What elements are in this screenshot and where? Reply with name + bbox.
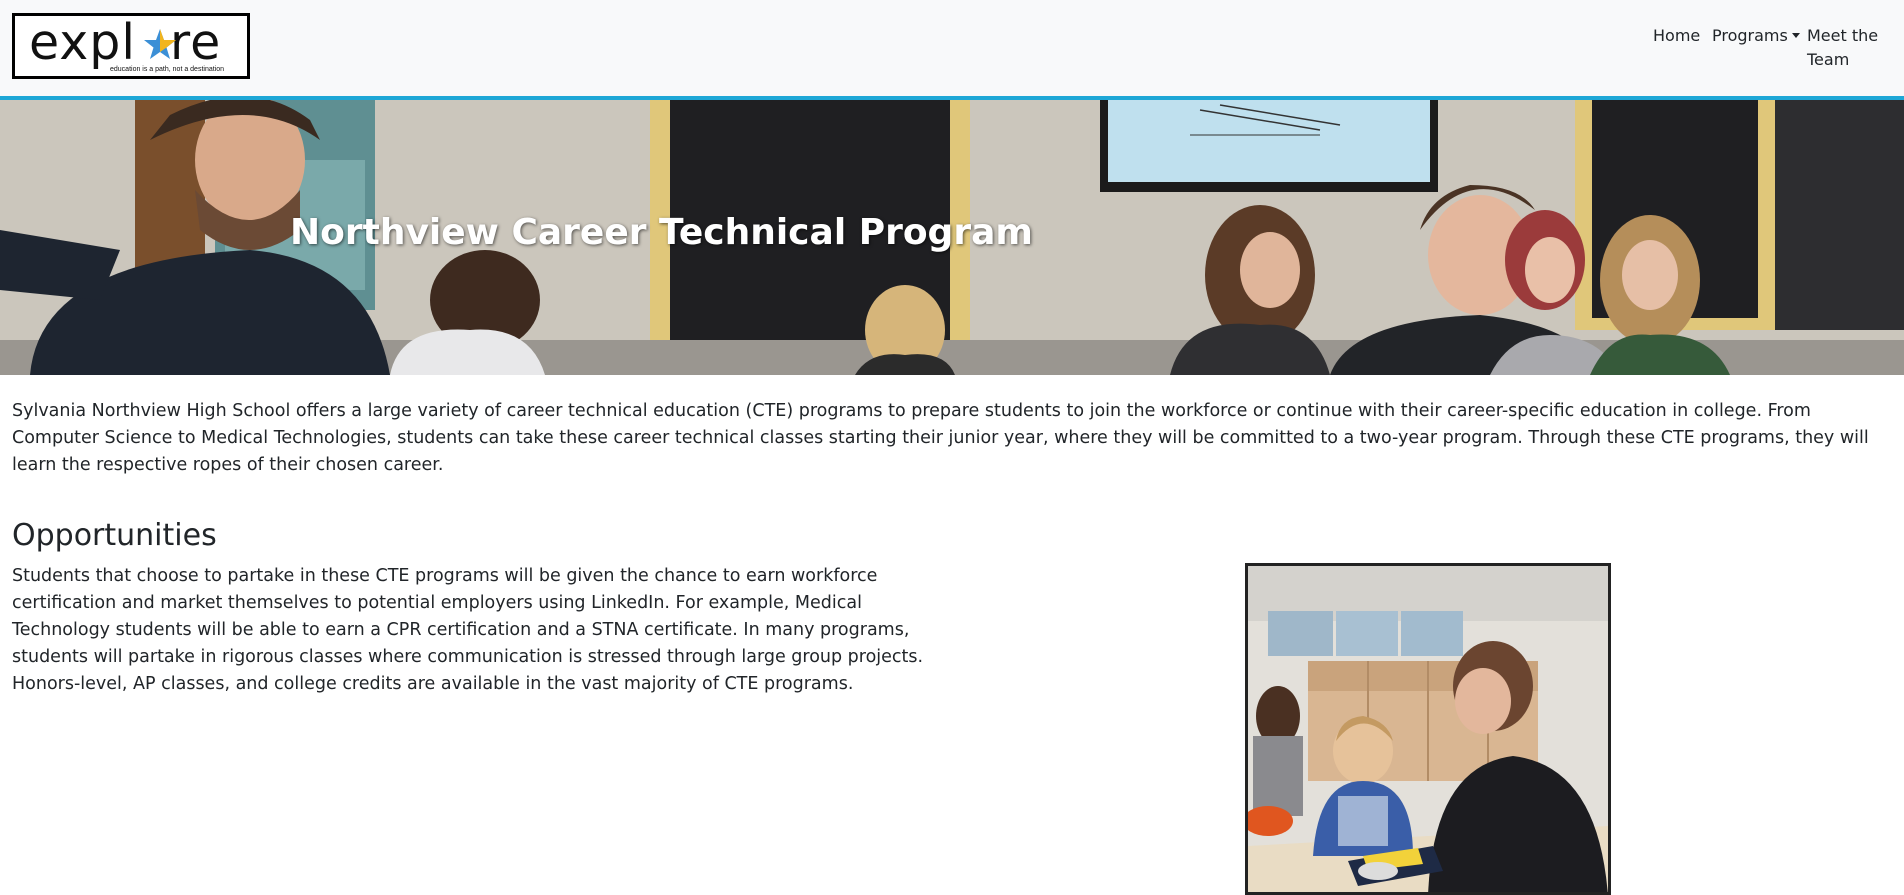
caret-down-icon <box>1791 33 1800 38</box>
hero-title: Northview Career Technical Program <box>290 212 1033 253</box>
opportunities-photo <box>1245 563 1611 895</box>
star-icon <box>144 29 176 59</box>
opportunities-paragraph: Students that choose to partake in these… <box>12 566 924 694</box>
opportunities-heading: Opportunities <box>12 518 217 553</box>
hero-tv-screen <box>1108 100 1430 182</box>
hero-banner: Northview Career Technical Program <box>0 100 1904 375</box>
explore-logo[interactable]: expl re education is a path, not a destin… <box>12 13 250 79</box>
nav-programs-label: Programs <box>1712 26 1788 45</box>
childcare-classroom-image <box>1248 566 1608 892</box>
nav-meet-team-link[interactable]: Meet the Team <box>1807 24 1887 72</box>
intro-paragraph: Sylvania Northview High School offers a … <box>12 401 1869 475</box>
logo-tagline: education is a path, not a destination <box>110 66 225 73</box>
navbar: expl re education is a path, not a destin… <box>0 0 1904 100</box>
nav-programs-dropdown[interactable]: Programs <box>1712 24 1800 48</box>
nav-home-link[interactable]: Home <box>1653 24 1700 48</box>
logo-wordmark: expl re <box>29 14 222 71</box>
